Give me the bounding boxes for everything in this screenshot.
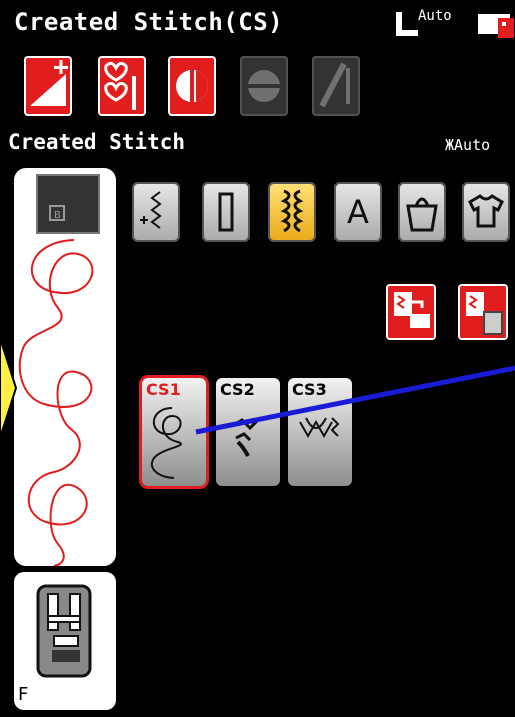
- screen-title: Created Stitch(CS): [14, 8, 284, 36]
- stitch-length-plus-icon: [30, 60, 68, 106]
- category-utility-stitches[interactable]: [132, 182, 180, 242]
- section-title: Created Stitch: [8, 130, 186, 154]
- mirror-hearts-button[interactable]: [98, 56, 146, 116]
- presser-foot-panel[interactable]: F: [14, 572, 116, 710]
- stitch-preview-panel: B: [14, 168, 116, 566]
- mirror-hearts-icon: [104, 61, 136, 110]
- category-buttonholes[interactable]: [202, 182, 250, 242]
- thread-tension-value: Auto: [454, 136, 491, 154]
- balance-button[interactable]: [168, 56, 216, 116]
- stitch-preview-curve: [18, 239, 94, 566]
- stitch-length-button[interactable]: [24, 56, 72, 116]
- buttonhole-icon: [218, 192, 234, 232]
- pattern-end-button[interactable]: [240, 56, 288, 116]
- presser-foot-auto-label: Auto: [418, 8, 452, 24]
- presser-foot-icon: [36, 584, 92, 678]
- tshirt-icon: [468, 194, 504, 228]
- delete-from-memory-button[interactable]: [458, 284, 508, 340]
- delete-trash-icon: [466, 292, 503, 335]
- category-alphabets[interactable]: A: [334, 182, 382, 242]
- stitch-thumbnail-icon: [231, 416, 262, 457]
- created-stitch-cs1[interactable]: CS1: [142, 378, 206, 486]
- stitch-thumbnail-icon: [151, 407, 182, 479]
- balance-icon: [176, 66, 208, 106]
- pointer-arrow-icon: [0, 338, 18, 438]
- stitch-thumbnail-icon: [299, 417, 340, 439]
- needle-stop-icon: [319, 62, 350, 108]
- decorative-stitch-icon: [280, 189, 304, 233]
- load-to-machine-icon: [394, 292, 430, 328]
- category-garment-stitches[interactable]: [462, 182, 510, 242]
- presser-foot-letter: F: [18, 684, 29, 705]
- title-bar: Created Stitch(CS) Auto: [0, 0, 515, 48]
- thread-tension-icon: Ж: [445, 136, 455, 154]
- thread-tension-status[interactable]: ЖAuto: [445, 136, 490, 154]
- quilt-bag-icon: [406, 197, 438, 232]
- alphabet-label: A: [347, 193, 369, 231]
- needle-stop-button[interactable]: [312, 56, 360, 116]
- machine-mode-icon[interactable]: [476, 12, 515, 42]
- category-decorative-stitches[interactable]: [268, 182, 316, 242]
- load-to-memory-button[interactable]: [386, 284, 436, 340]
- created-stitch-cs3[interactable]: CS3: [288, 378, 352, 486]
- presser-foot-lift-icon: [396, 12, 418, 36]
- pattern-end-icon: [248, 70, 280, 102]
- utility-stitch-icon: [140, 191, 162, 229]
- category-quilt-stitches[interactable]: [398, 182, 446, 242]
- created-stitch-cs2[interactable]: CS2: [216, 378, 280, 486]
- header-status: Auto: [384, 6, 515, 42]
